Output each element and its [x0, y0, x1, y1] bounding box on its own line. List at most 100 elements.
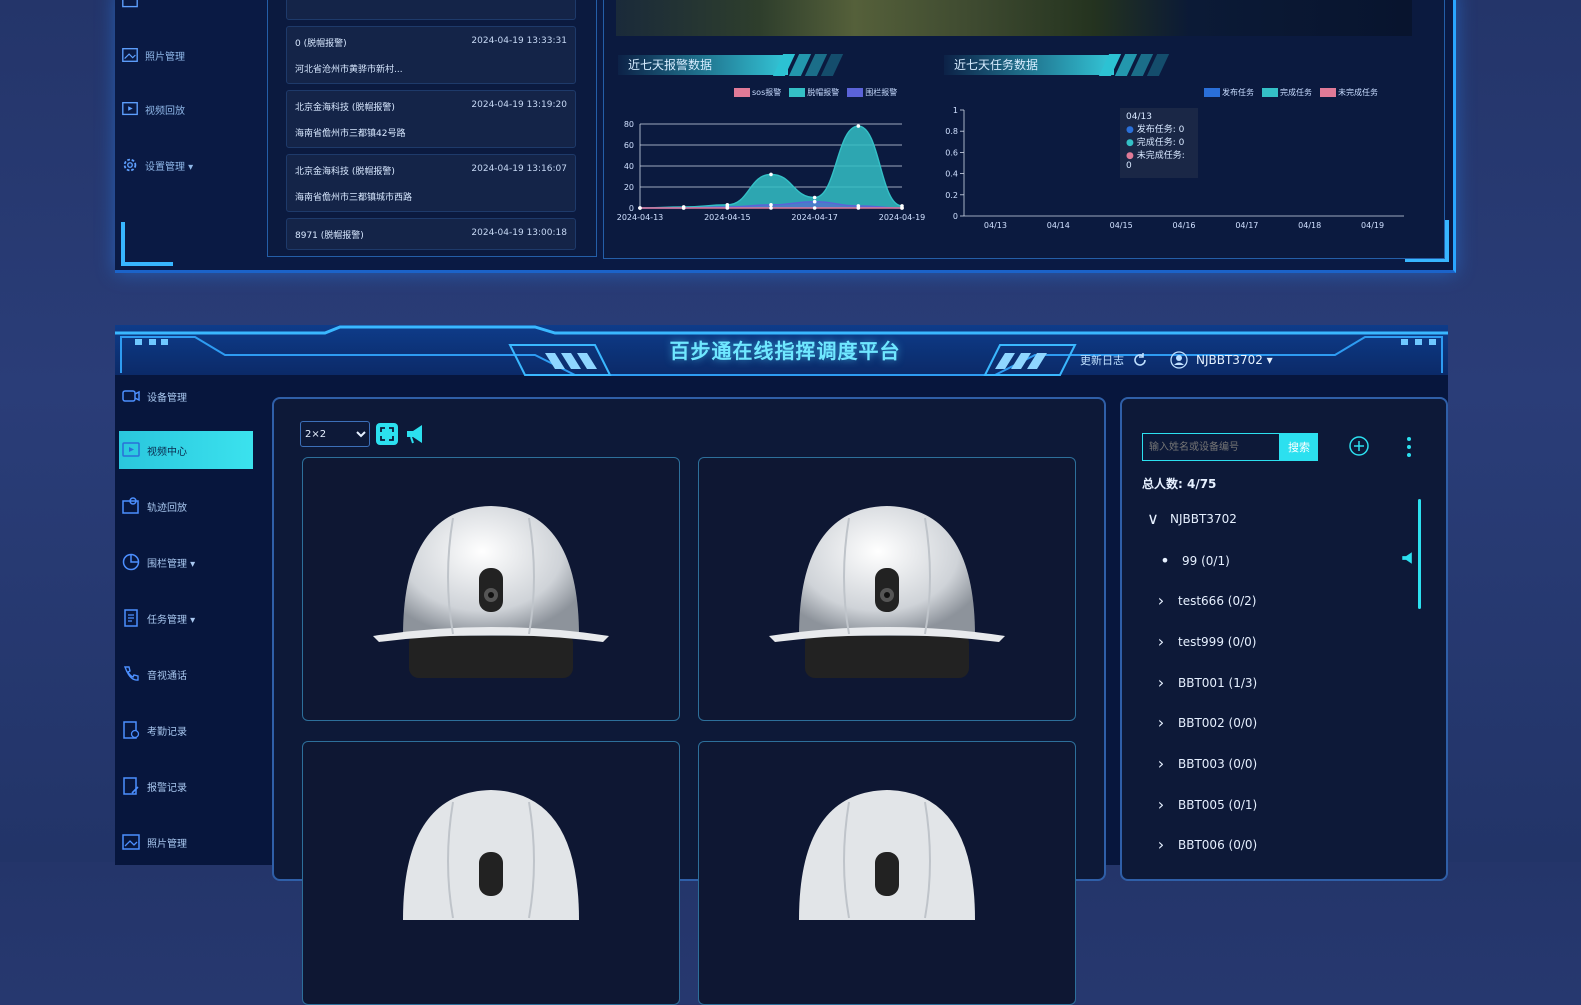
tree-node[interactable]: › BBT003 (0/0): [1154, 754, 1257, 773]
y-tick-label: 0: [953, 212, 958, 221]
alarm-list-item[interactable]: 8971 (脱帽报警) 2024-04-19 13:00:18: [286, 218, 576, 250]
video-cell-4[interactable]: [698, 741, 1076, 1005]
sidebar-item-devices[interactable]: 设备管理: [119, 377, 253, 415]
y-tick-label: 0: [629, 204, 634, 213]
alarm-chart-header: 近七天报警数据: [618, 52, 844, 78]
update-log-link[interactable]: 更新日志: [1080, 352, 1124, 368]
sidebar-item-fence[interactable]: 围栏管理 ▾: [119, 543, 253, 581]
broadcast-icon[interactable]: [404, 423, 428, 445]
camera-icon: [122, 390, 140, 402]
search-input[interactable]: [1142, 433, 1280, 461]
more-vertical-icon[interactable]: [1404, 435, 1414, 459]
top-sidebar-item-playback[interactable]: 视频回放: [121, 100, 185, 118]
tree-node[interactable]: › BBT001 (1/3): [1154, 673, 1257, 692]
video-cell-1[interactable]: [302, 457, 680, 721]
sidebar-item-alarm-records[interactable]: 报警记录: [119, 767, 253, 805]
chart-tooltip: 04/13 ● 发布任务: 0 ● 完成任务: 0 ● 未完成任务: 0: [1120, 108, 1198, 178]
corner-decoration: [121, 222, 173, 266]
legend-item[interactable]: sos报警: [734, 87, 781, 98]
data-point: [856, 206, 861, 210]
sidebar-item-tasks[interactable]: 任务管理 ▾: [119, 599, 253, 637]
top-sidebar-item-photos[interactable]: 照片管理: [121, 46, 185, 64]
legend-item[interactable]: 未完成任务: [1320, 87, 1378, 98]
y-tick-label: 20: [624, 183, 634, 192]
data-point: [812, 199, 817, 204]
data-point: [769, 172, 773, 177]
refresh-icon[interactable]: [1132, 352, 1148, 368]
main-app-window: 百步通在线指挥调度平台 更新日志 NJBBT3702 ▾ 设备管理 视频中心 轨…: [115, 325, 1448, 1005]
chevron-right-icon: ›: [1157, 632, 1165, 651]
x-tick-label: 04/19: [1361, 221, 1384, 230]
helmet-camera-image: [373, 506, 609, 678]
sidebar-item-calls[interactable]: 音视通话: [119, 655, 253, 693]
device-tree-panel: 搜索 总人数: 4/75 ∨ NJBBT3702 • 99 (0/1) › te…: [1120, 397, 1448, 881]
scrollbar-thumb[interactable]: [1418, 499, 1421, 609]
alarm-list-item[interactable]: 0 (脱帽报警) 2024-04-19 13:33:31 河北省沧州市黄骅市新村…: [286, 26, 576, 84]
x-tick-label: 2024-04-15: [704, 213, 751, 222]
video-cell-3[interactable]: [302, 741, 680, 1005]
data-point: [638, 206, 642, 210]
x-tick-label: 04/15: [1110, 221, 1133, 230]
alarm-list-panel: 0 (脱帽报警) 2024-04-19 13:33:31 河北省沧州市黄骅市新村…: [267, 0, 597, 257]
header-actions: 更新日志 NJBBT3702 ▾: [1080, 351, 1273, 369]
legend-item[interactable]: 脱帽报警: [789, 87, 839, 98]
tree-node[interactable]: › BBT005 (0/1): [1154, 795, 1257, 814]
top-sidebar-item[interactable]: [121, 0, 145, 12]
phone-icon: [124, 666, 139, 681]
chevron-right-icon: ›: [1157, 835, 1165, 854]
chevron-right-icon: ›: [1157, 795, 1165, 814]
data-point: [812, 206, 817, 210]
alarm-list-item[interactable]: 北京金海科技 (脱帽报警) 2024-04-19 13:16:07 海南省儋州市…: [286, 154, 576, 212]
data-point: [812, 195, 817, 200]
bullet-icon: •: [1160, 551, 1170, 570]
broadcast-icon[interactable]: [1400, 551, 1416, 565]
y-tick-label: 0.8: [945, 127, 958, 136]
helmet-camera-image: [799, 790, 975, 920]
alarm-list-item[interactable]: 北京金海科技 (脱帽报警) 2024-04-19 13:19:20 海南省儋州市…: [286, 90, 576, 148]
sidebar-item-attendance[interactable]: 考勤记录: [119, 711, 253, 749]
app-title: 百步通在线指挥调度平台: [669, 339, 901, 363]
video-icon: [122, 102, 138, 116]
legend-item[interactable]: 发布任务: [1204, 87, 1254, 98]
y-tick-label: 80: [624, 120, 634, 129]
map-thumbnail[interactable]: [616, 0, 1412, 36]
fullscreen-icon: [380, 427, 394, 441]
video-icon: [122, 442, 140, 457]
alarm-list-item[interactable]: [286, 0, 576, 20]
tree-node[interactable]: › BBT006 (0/0): [1154, 835, 1257, 854]
y-tick-label: 0.2: [945, 191, 958, 200]
x-tick-label: 2024-04-19: [879, 213, 926, 222]
task-icon: [124, 609, 138, 627]
data-point: [769, 206, 773, 210]
fullscreen-button[interactable]: [376, 423, 398, 445]
x-tick-label: 04/13: [984, 221, 1007, 230]
legend-item[interactable]: 围栏报警: [847, 87, 897, 98]
stats-panel: 近七天报警数据 sos报警 脱帽报警 围栏报警 0 20 40 60 80 2024-04…: [603, 0, 1445, 259]
video-grid-panel: 1×1 2×2 3×3: [272, 397, 1106, 1005]
tree-node[interactable]: › BBT002 (0/0): [1154, 713, 1257, 732]
tree-node[interactable]: › test999 (0/0): [1154, 632, 1257, 651]
layout-select[interactable]: 1×1 2×2 3×3: [300, 421, 370, 447]
top-sidebar-item-settings[interactable]: 设置管理 ▾: [121, 156, 193, 174]
task-chart-legend: 发布任务 完成任务 未完成任务: [1204, 87, 1378, 98]
x-tick-label: 04/14: [1047, 221, 1070, 230]
tree-node[interactable]: › test666 (0/2): [1154, 591, 1257, 610]
sidebar-item-track-playback[interactable]: 轨迹回放: [119, 487, 253, 525]
video-cell-2[interactable]: [698, 457, 1076, 721]
data-point: [769, 203, 773, 207]
legend-item[interactable]: 完成任务: [1262, 87, 1312, 98]
add-icon[interactable]: [1348, 435, 1370, 457]
search-button[interactable]: 搜索: [1280, 433, 1318, 461]
sidebar-item-video-center[interactable]: 视频中心: [119, 431, 253, 469]
chevron-down-icon: ∨: [1147, 509, 1159, 528]
tree-node[interactable]: • 99 (0/1): [1158, 551, 1229, 570]
chevron-right-icon: ›: [1157, 673, 1165, 692]
sidebar-item-photos[interactable]: 照片管理: [119, 823, 253, 861]
alarm-record-icon: [123, 777, 139, 795]
x-tick-label: 2024-04-13: [617, 213, 664, 222]
user-avatar-icon[interactable]: [1170, 351, 1188, 369]
tree-node-root[interactable]: ∨ NJBBT3702: [1146, 509, 1237, 528]
user-menu[interactable]: NJBBT3702 ▾: [1196, 353, 1273, 367]
header-bar: 百步通在线指挥调度平台 更新日志 NJBBT3702 ▾: [115, 325, 1448, 376]
data-point: [900, 206, 904, 210]
